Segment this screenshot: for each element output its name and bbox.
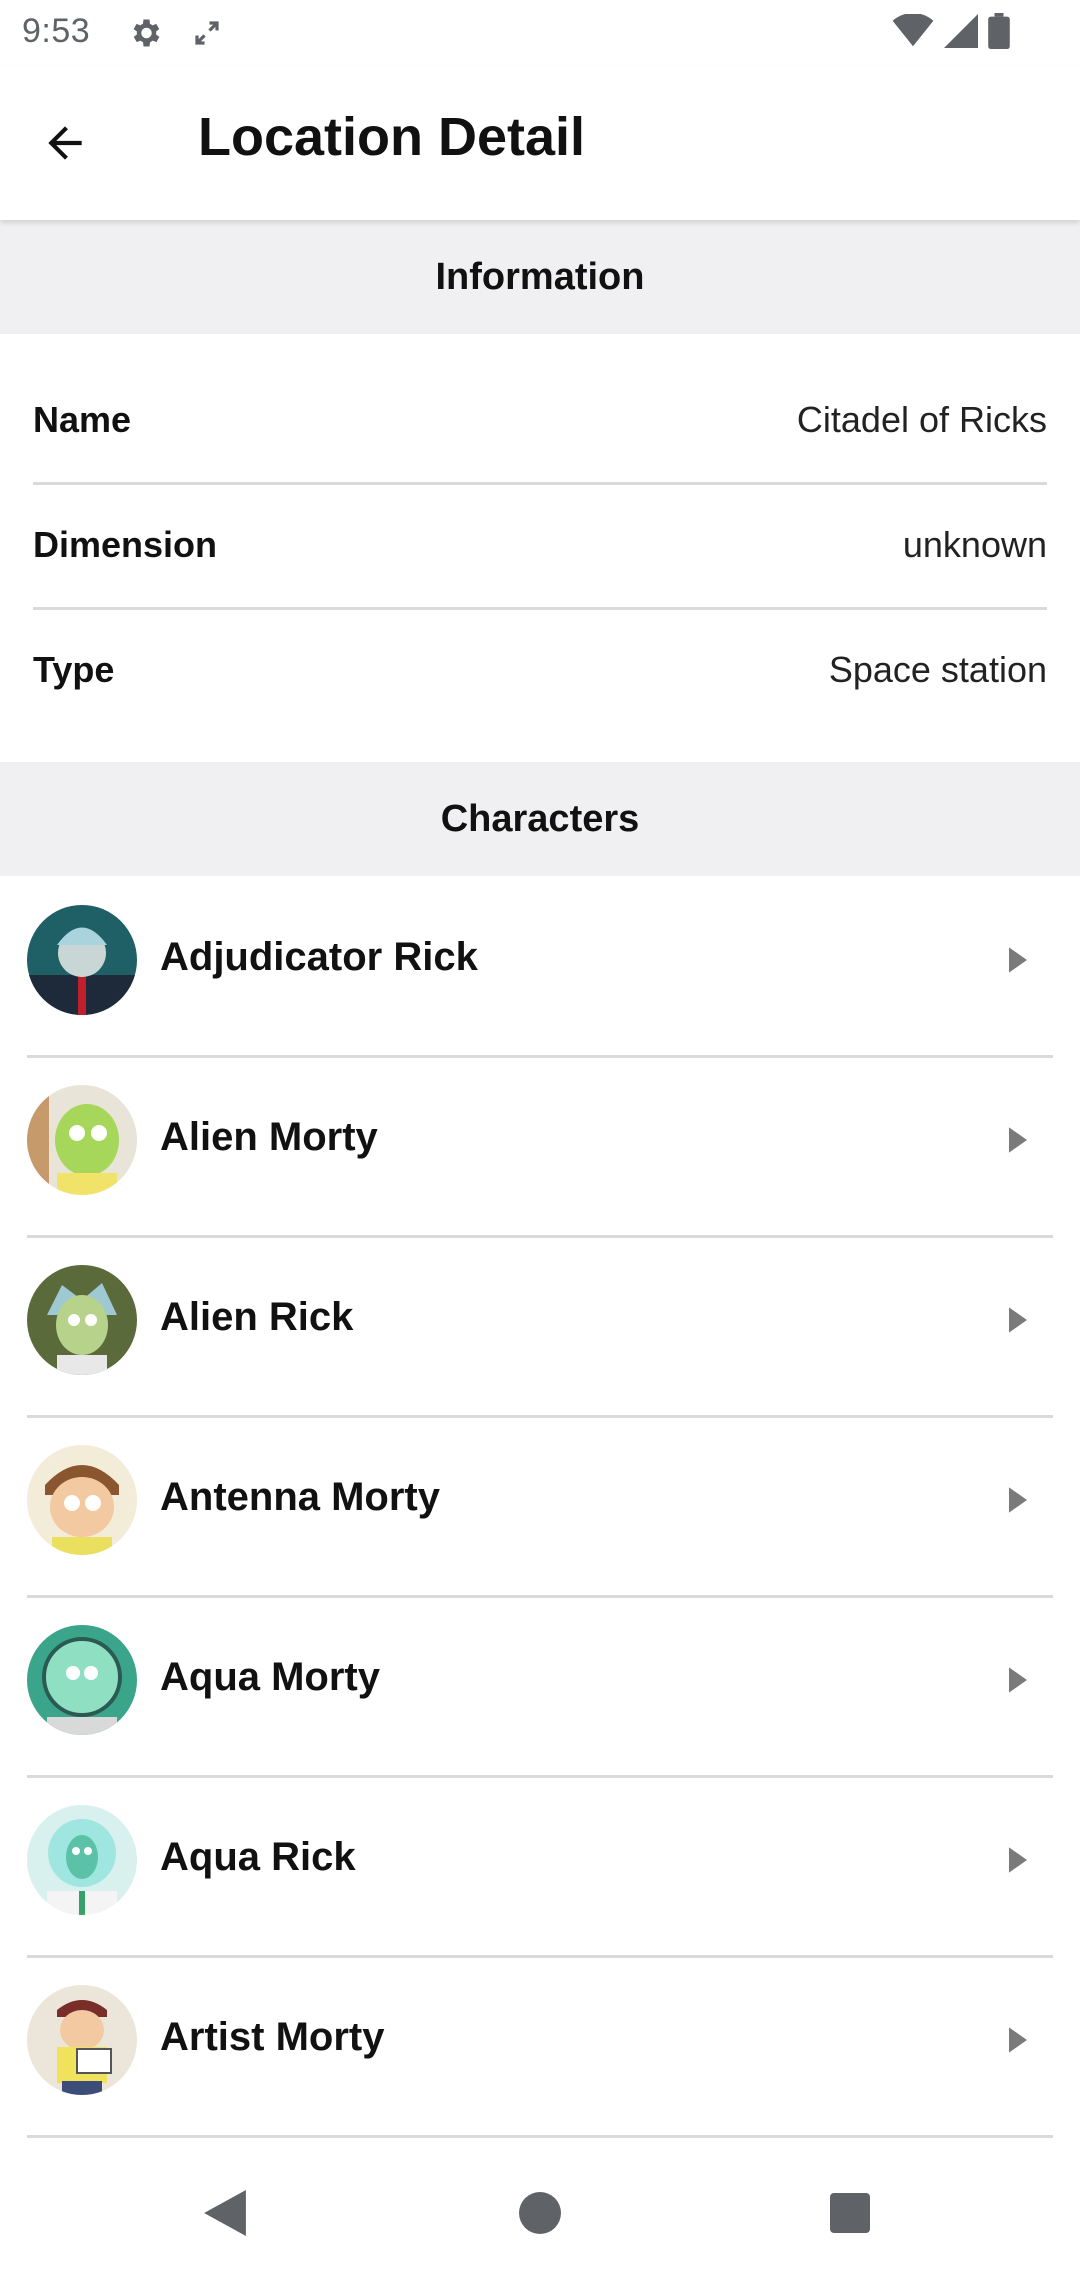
arrow-back-icon — [40, 118, 90, 173]
avatar — [27, 1805, 137, 1915]
character-name: Alien Rick — [160, 1295, 354, 1339]
info-row-type: Type Space station — [33, 608, 1047, 732]
screen-rotate-icon — [188, 14, 226, 52]
settings-icon — [126, 14, 164, 52]
characters-header: Characters — [0, 762, 1080, 876]
chevron-right-icon — [1003, 1125, 1033, 1155]
character-row[interactable]: Adjudicator Rick — [27, 877, 1053, 1058]
back-button[interactable] — [30, 110, 100, 180]
signal-icon — [944, 13, 978, 53]
info-value: unknown — [902, 524, 1047, 565]
character-name: Adjudicator Rick — [160, 935, 478, 979]
character-row[interactable]: Antenna Morty — [27, 1417, 1053, 1598]
chevron-right-icon — [1003, 1665, 1033, 1695]
nav-home-button[interactable] — [510, 2185, 570, 2245]
character-name: Alien Morty — [160, 1115, 378, 1159]
info-value: Citadel of Ricks — [796, 399, 1047, 440]
character-name: Artist Morty — [160, 2015, 385, 2059]
character-row[interactable]: Artist Morty — [27, 1957, 1053, 2138]
avatar — [27, 1985, 137, 2095]
info-value: Space station — [828, 649, 1047, 690]
chevron-right-icon — [1003, 1305, 1033, 1335]
avatar — [27, 1445, 137, 1555]
character-name: Aqua Morty — [160, 1655, 380, 1699]
chevron-right-icon — [1003, 945, 1033, 975]
navigation-bar — [0, 2150, 1080, 2280]
information-header: Information — [0, 220, 1080, 334]
chevron-right-icon — [1003, 2025, 1033, 2055]
nav-recents-button[interactable] — [820, 2185, 880, 2245]
character-row[interactable]: Alien Rick — [27, 1237, 1053, 1418]
info-label: Name — [33, 399, 132, 440]
chevron-right-icon — [1003, 1845, 1033, 1875]
character-name: Aqua Rick — [160, 1835, 356, 1879]
info-row-dimension: Dimension unknown — [33, 483, 1047, 610]
battery-icon — [988, 12, 1010, 54]
nav-home-icon — [519, 2191, 561, 2239]
status-time: 9:53 — [22, 12, 91, 50]
info-row-name: Name Citadel of Ricks — [33, 358, 1047, 485]
character-row[interactable]: Aqua Rick — [27, 1777, 1053, 1958]
avatar — [27, 1265, 137, 1375]
nav-recents-icon — [830, 2192, 870, 2238]
avatar — [27, 1085, 137, 1195]
character-name: Antenna Morty — [160, 1475, 440, 1519]
character-row[interactable]: Aqua Morty — [27, 1597, 1053, 1778]
info-label: Type — [33, 649, 115, 690]
info-label: Dimension — [33, 524, 218, 565]
character-row[interactable]: Alien Morty — [27, 1057, 1053, 1238]
avatar — [27, 1625, 137, 1735]
status-bar: 9:53 — [0, 0, 1080, 66]
page-title: Location Detail — [198, 107, 586, 167]
nav-back-button[interactable] — [195, 2185, 255, 2245]
app-bar: Location Detail — [0, 66, 1080, 220]
avatar — [27, 905, 137, 1015]
chevron-right-icon — [1003, 1485, 1033, 1515]
nav-back-icon — [204, 2189, 246, 2241]
status-right-icons — [892, 12, 1010, 54]
wifi-icon — [892, 12, 934, 53]
